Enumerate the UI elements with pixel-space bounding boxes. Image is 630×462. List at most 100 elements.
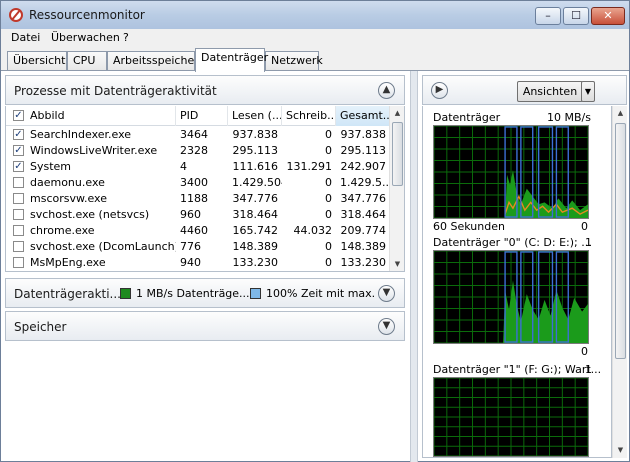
cell-write: 0 xyxy=(325,240,332,253)
graph-disk-total xyxy=(433,125,589,219)
tab-cpu[interactable]: CPU xyxy=(67,51,107,71)
tab-overview[interactable]: Übersicht xyxy=(7,51,67,71)
scroll-down-arrow-icon[interactable]: ▼ xyxy=(613,443,628,458)
menu-monitor[interactable]: Überwachen xyxy=(51,31,120,44)
table-row[interactable]: MsMpEng.exe 940 133.230 0 133.230 xyxy=(6,255,390,271)
minimize-button[interactable]: – xyxy=(535,7,561,25)
column-read[interactable]: Lesen (... xyxy=(228,106,282,126)
pane-splitter[interactable] xyxy=(410,71,418,462)
row-checkbox[interactable]: ✓ xyxy=(13,129,24,140)
chevron-down-icon[interactable]: ▼ xyxy=(378,285,395,302)
table-row[interactable]: svchost.exe (netsvcs) 960 318.464 0 318.464 xyxy=(6,207,390,223)
cell-read: 133.230 xyxy=(232,256,279,269)
processes-section-header[interactable]: Prozesse mit Datenträgeraktivität ▲ xyxy=(5,75,405,105)
cell-image: svchost.exe (netsvcs) xyxy=(30,208,150,221)
graph-1-title: Datenträger xyxy=(433,111,501,124)
cell-pid: 940 xyxy=(180,256,201,269)
tab-content: Prozesse mit Datenträgeraktivität ▲ ✓ Ab… xyxy=(1,70,629,462)
column-total[interactable]: Gesamt... xyxy=(336,106,390,126)
column-write[interactable]: Schreib... xyxy=(282,106,336,126)
row-checkbox[interactable] xyxy=(13,193,24,204)
left-pane: Prozesse mit Datenträgeraktivität ▲ ✓ Ab… xyxy=(5,75,405,458)
table-row[interactable]: ✓ SearchIndexer.exe 3464 937.838 0 937.838 xyxy=(6,127,390,143)
row-checkbox[interactable] xyxy=(13,177,24,188)
cell-image: chrome.exe xyxy=(30,224,95,237)
tab-disk[interactable]: Datenträger xyxy=(195,48,268,72)
graph-1-scale: 10 MB/s xyxy=(547,111,591,124)
row-checkbox[interactable] xyxy=(13,209,24,220)
tab-network[interactable]: Netzwerk xyxy=(265,51,323,71)
cell-total: 148.389 xyxy=(340,240,387,253)
table-row[interactable]: ✓ WindowsLiveWriter.exe 2328 295.113 0 295.11… xyxy=(6,143,390,159)
cell-pid: 960 xyxy=(180,208,201,221)
column-pid[interactable]: PID xyxy=(176,106,228,126)
cell-write: 0 xyxy=(325,256,332,269)
cell-write: 0 xyxy=(325,176,332,189)
maximize-button[interactable]: ☐ xyxy=(563,7,589,25)
title-bar[interactable]: Ressourcenmonitor – ☐ ✕ xyxy=(1,1,629,29)
resource-monitor-window: Ressourcenmonitor – ☐ ✕ Datei Überwachen… xyxy=(0,0,630,462)
table-row[interactable]: chrome.exe 4460 165.742 44.032 209.774 xyxy=(6,223,390,239)
close-button[interactable]: ✕ xyxy=(591,7,625,25)
cell-image: WindowsLiveWriter.exe xyxy=(30,144,158,157)
cell-pid: 4 xyxy=(180,160,187,173)
cell-pid: 4460 xyxy=(180,224,208,237)
cell-write: 131.291 xyxy=(286,160,333,173)
cell-pid: 3464 xyxy=(180,128,208,141)
table-row[interactable]: daemonu.exe 3400 1.429.504 0 1.429.5... xyxy=(6,175,390,191)
cell-pid: 3400 xyxy=(180,176,208,189)
cell-image: mscorsvw.exe xyxy=(26,271,176,272)
cell-image: mscorsvw.exe xyxy=(30,192,107,205)
row-checkbox[interactable]: ✓ xyxy=(13,161,24,172)
table-scrollbar[interactable]: ▲ ▼ xyxy=(389,106,404,271)
scroll-down-arrow-icon[interactable]: ▼ xyxy=(390,257,404,271)
row-checkbox[interactable] xyxy=(13,241,24,252)
right-pane-scroll-thumb[interactable] xyxy=(615,123,626,359)
cell-image: daemonu.exe xyxy=(30,176,105,189)
table-row[interactable]: mscorsvw.exe3848127.0000127.000 xyxy=(6,271,390,272)
table-row[interactable]: ✓ System 4 111.616 131.291 242.907 xyxy=(6,159,390,175)
legend-swatch-green xyxy=(120,288,131,299)
graph-area: Datenträger 10 MB/s 60 Sekunden 0 Datent… xyxy=(422,106,612,458)
memory-section-title: Speicher xyxy=(14,320,67,334)
cell-write: 0 xyxy=(325,208,332,221)
select-all-checkbox[interactable]: ✓ xyxy=(13,110,24,121)
legend-disk-mbps: 1 MB/s Datenträge... xyxy=(136,287,250,300)
chevron-down-icon[interactable]: ▼ xyxy=(378,318,395,335)
table-row[interactable]: svchost.exe (DcomLaunch) 776 148.389 0 148.3… xyxy=(6,239,390,255)
tab-strip: Übersicht CPU Arbeitsspeicher Datenträge… xyxy=(1,47,629,72)
cell-image: svchost.exe (DcomLaunch) xyxy=(30,240,176,253)
processes-section-title: Prozesse mit Datenträgeraktivität xyxy=(14,84,217,98)
menu-file[interactable]: Datei xyxy=(11,31,40,44)
cell-total: 318.464 xyxy=(340,208,387,221)
cell-read: 148.389 xyxy=(232,240,279,253)
cell-total: 1.429.5... xyxy=(340,176,390,189)
right-pane: ▶ Ansichten ▼ Datenträger 10 MB/s 60 Sek… xyxy=(422,75,627,458)
graph-1-footer-left: 60 Sekunden xyxy=(433,220,505,233)
menu-help[interactable]: ? xyxy=(123,31,129,44)
graph-disk-0 xyxy=(433,250,589,344)
row-checkbox[interactable] xyxy=(13,257,24,268)
row-checkbox[interactable] xyxy=(13,225,24,236)
cell-write: 0 xyxy=(325,144,332,157)
cell-read: 318.464 xyxy=(232,208,279,221)
cell-write: 0 xyxy=(325,192,332,205)
table-row[interactable]: mscorsvw.exe 1188 347.776 0 347.776 xyxy=(6,191,390,207)
scroll-up-arrow-icon[interactable]: ▲ xyxy=(390,106,404,121)
column-image[interactable]: Abbild xyxy=(26,106,176,126)
disk-activity-section-header[interactable]: Datenträgerakti... 1 MB/s Datenträge... … xyxy=(5,278,405,308)
cell-image: MsMpEng.exe xyxy=(30,256,106,269)
chevron-right-icon[interactable]: ▶ xyxy=(431,82,448,99)
table-header: ✓ Abbild PID Lesen (... Schreib... Gesam… xyxy=(6,106,390,126)
scroll-up-arrow-icon[interactable]: ▲ xyxy=(613,106,628,121)
row-checkbox[interactable]: ✓ xyxy=(13,145,24,156)
views-button[interactable]: Ansichten xyxy=(517,81,583,102)
memory-section-header[interactable]: Speicher ▼ xyxy=(5,311,405,341)
views-dropdown-arrow-icon[interactable]: ▼ xyxy=(581,81,595,102)
graph-2-scale: 1 xyxy=(585,236,592,249)
right-pane-scrollbar[interactable]: ▲ ▼ xyxy=(612,106,627,458)
chevron-up-icon[interactable]: ▲ xyxy=(378,82,395,99)
table-scroll-thumb[interactable] xyxy=(392,122,403,186)
tab-memory[interactable]: Arbeitsspeicher xyxy=(107,51,199,71)
cell-write: 0 xyxy=(282,271,336,272)
